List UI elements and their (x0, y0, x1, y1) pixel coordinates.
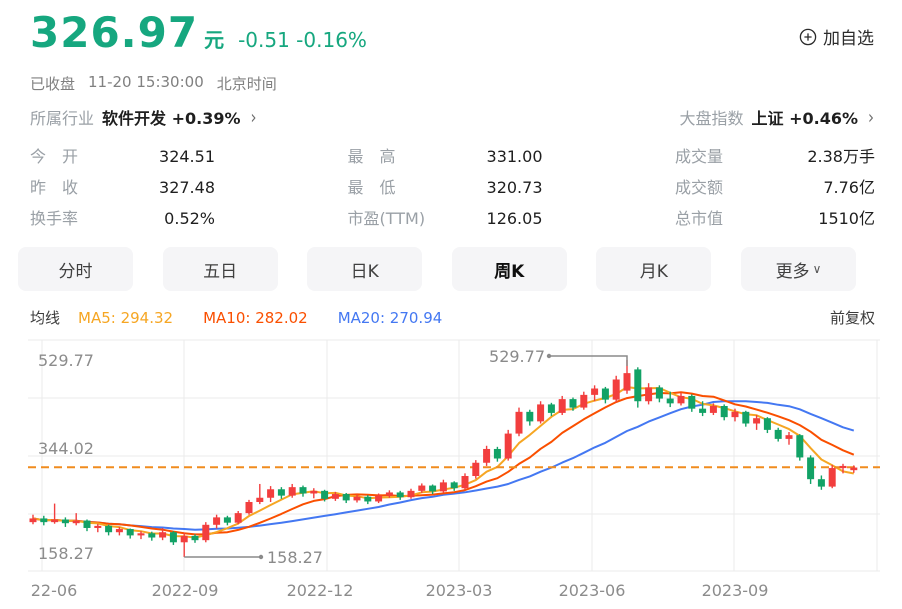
chevron-right-icon: › (250, 105, 257, 129)
svg-text:158.27: 158.27 (267, 548, 323, 567)
plus-circle-icon (799, 28, 817, 45)
ma20-legend: MA20: 270.94 (337, 308, 443, 327)
stat-amount: 成交额 7.76亿 (675, 178, 875, 197)
price-header: 326.97 元 -0.51 -0.16% (30, 8, 367, 57)
stat-open: 今 开 324.51 (30, 147, 215, 166)
industry-link[interactable]: 所属行业 软件开发 +0.39% › (30, 105, 257, 129)
chart-period-tabs: 分时 五日 日K 周K 月K 更多 ∨ (18, 247, 856, 291)
stats-column-1: 今 开 324.51 昨 收 327.48 换手率 0.52% (30, 141, 215, 234)
stat-high: 最 高 331.00 (347, 147, 543, 166)
current-price: 326.97 (30, 8, 199, 57)
tab-more[interactable]: 更多 ∨ (740, 247, 856, 291)
price-unit: 元 (204, 28, 225, 52)
svg-text:529.77: 529.77 (489, 347, 545, 366)
ma-legend-bar: 均线 MA5: 294.32 MA10: 282.02 MA20: 270.94… (30, 307, 875, 328)
stat-low: 最 低 320.73 (347, 178, 543, 197)
svg-text:2023-09: 2023-09 (702, 581, 769, 600)
svg-text:344.02: 344.02 (38, 439, 94, 458)
tab-daily-k[interactable]: 日K (307, 247, 423, 291)
price-change: -0.51 -0.16% (238, 28, 367, 52)
market-index-link[interactable]: 大盘指数 上证 +0.46% › (679, 105, 874, 129)
adjust-mode-button[interactable]: 前复权 (830, 307, 875, 328)
tab-monthly-k[interactable]: 月K (596, 247, 712, 291)
svg-text:2022-12: 2022-12 (287, 581, 354, 600)
svg-text:158.27: 158.27 (38, 544, 94, 563)
market-status-row: 已收盘 11-20 15:30:00 北京时间 (30, 73, 277, 94)
tab-weekly-k[interactable]: 周K (451, 247, 567, 291)
quote-stats-grid: 今 开 324.51 昨 收 327.48 换手率 0.52% 最 高 331.… (30, 141, 875, 234)
kline-chart-svg: 529.77 344.02 158.27 22-06 2022-09 2022-12 202… (28, 339, 880, 600)
svg-text:529.77: 529.77 (38, 351, 94, 370)
ma5-legend: MA5: 294.32 (78, 308, 174, 327)
market-status: 已收盘 (30, 75, 76, 93)
stat-volume: 成交量 2.38万手 (675, 147, 875, 166)
index-label: 大盘指数 (679, 109, 744, 128)
tab-five-day[interactable]: 五日 (162, 247, 278, 291)
stat-turnover-rate: 换手率 0.52% (30, 209, 215, 228)
stat-market-cap: 总市值 1510亿 (675, 209, 875, 228)
stats-column-2: 最 高 331.00 最 低 320.73 市盈(TTM) 126.05 (348, 141, 543, 234)
stock-detail-page: 326.97 元 -0.51 -0.16% 加自选 已收盘 11-20 15:3… (0, 0, 902, 609)
svg-text:2023-03: 2023-03 (426, 581, 493, 600)
stats-column-3: 成交量 2.38万手 成交额 7.76亿 总市值 1510亿 (675, 141, 875, 234)
svg-text:22-06: 22-06 (31, 581, 78, 600)
quote-datetime: 11-20 15:30:00 (88, 73, 204, 91)
chevron-down-icon: ∨ (812, 262, 822, 276)
add-watchlist-button[interactable]: 加自选 (799, 24, 874, 49)
stat-prev-close: 昨 收 327.48 (30, 178, 215, 197)
timezone-label: 北京时间 (216, 75, 277, 93)
ma-title: 均线 (30, 309, 61, 327)
industry-value: 软件开发 +0.39% (102, 109, 241, 128)
svg-text:2022-09: 2022-09 (152, 581, 219, 600)
stat-pe-ttm: 市盈(TTM) 126.05 (347, 209, 543, 228)
add-watchlist-label: 加自选 (823, 29, 874, 49)
index-value: 上证 +0.46% (751, 109, 859, 128)
ma10-legend: MA10: 282.02 (203, 308, 308, 327)
kline-chart[interactable]: 529.77 344.02 158.27 22-06 2022-09 2022-12 202… (0, 335, 902, 609)
chevron-right-icon: › (868, 105, 874, 129)
svg-text:2023-06: 2023-06 (559, 581, 626, 600)
tab-minute[interactable]: 分时 (18, 247, 133, 291)
industry-label: 所属行业 (30, 109, 95, 128)
